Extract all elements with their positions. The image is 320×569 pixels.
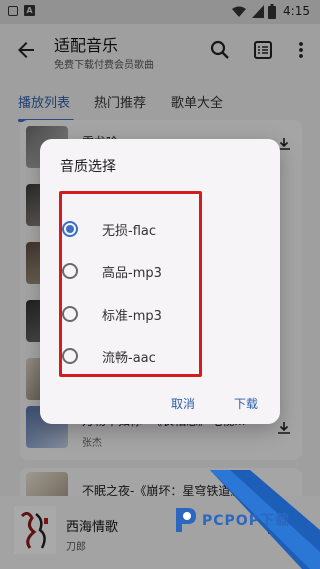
option-high-mp3[interactable]: 高品-mp3 [62,257,262,287]
watermark-logo-icon [176,508,196,532]
radio-checked-icon[interactable] [62,221,78,237]
watermark-text: PCPOP下载 [202,513,290,529]
option-standard-mp3[interactable]: 标准-mp3 [62,300,262,330]
option-flac[interactable]: 无损-flac [62,215,262,245]
option-label: 流畅-aac [102,351,156,366]
option-label: 标准-mp3 [102,309,162,324]
option-smooth-aac[interactable]: 流畅-aac [62,342,262,372]
option-label: 高品-mp3 [102,266,162,281]
radio-unchecked-icon[interactable] [62,306,78,322]
option-label: 无损-flac [102,224,156,239]
radio-unchecked-icon[interactable] [62,348,78,364]
download-button[interactable]: 下载 [234,395,258,412]
radio-unchecked-icon[interactable] [62,263,78,279]
quality-dialog: 音质选择 无损-flac 高品-mp3 标准-mp3 流畅-aac 取消 下载 [40,139,280,424]
cancel-button[interactable]: 取消 [171,395,195,412]
dialog-title: 音质选择 [60,159,116,175]
